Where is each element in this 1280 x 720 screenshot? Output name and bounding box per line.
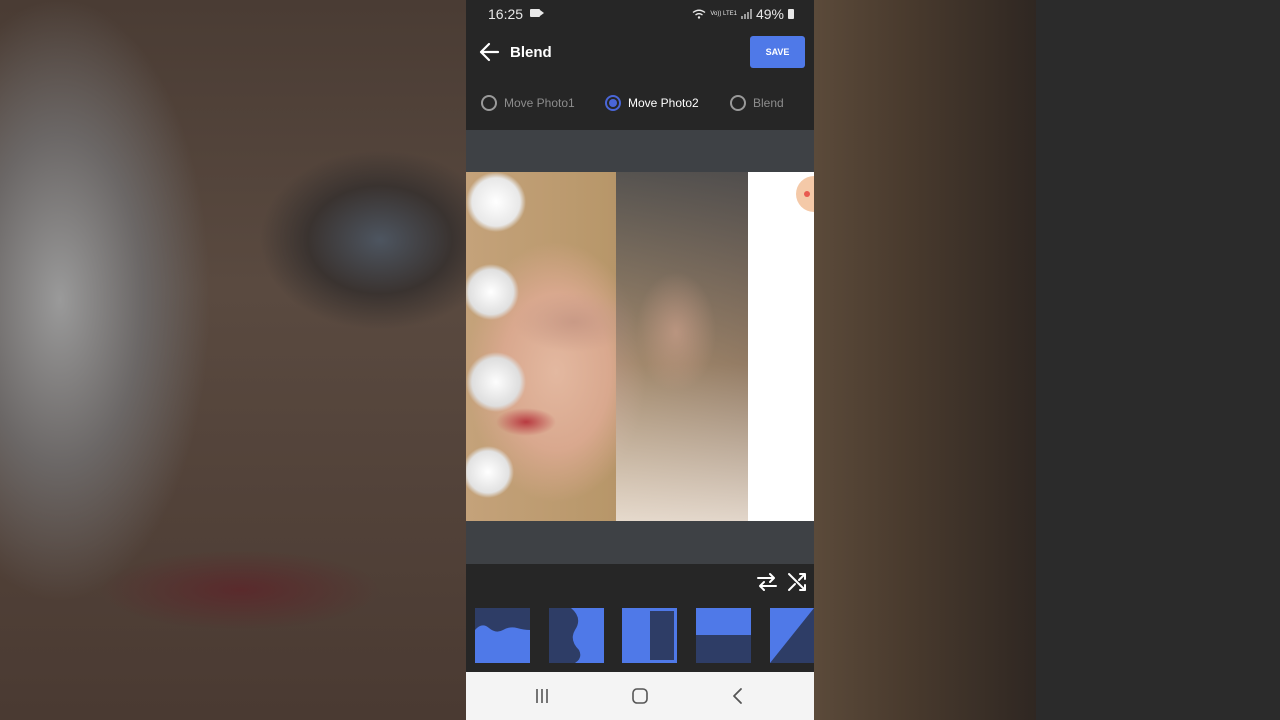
status-bar: 16:25 Vo)) LTE1 49%: [466, 0, 814, 28]
battery-percent: 49%: [755, 6, 784, 22]
back-icon[interactable]: [728, 686, 748, 706]
radio-circle: [481, 95, 497, 111]
mask-vertical-bar[interactable]: [622, 608, 677, 663]
battery-icon: [788, 9, 794, 19]
radio-label: Move Photo1: [504, 96, 575, 110]
blend-mask-list: [466, 600, 814, 672]
recent-apps-icon[interactable]: [532, 686, 552, 706]
swap-arrows-icon[interactable]: [755, 570, 779, 594]
phone-screen: 16:25 Vo)) LTE1 49% Blend SAVE Move Phot…: [466, 0, 814, 720]
background-far-right: [1036, 0, 1280, 720]
save-button[interactable]: SAVE: [750, 36, 805, 68]
radio-label: Move Photo2: [628, 96, 699, 110]
page-title: Blend: [510, 44, 552, 61]
background-blurred-right: [814, 0, 1036, 720]
radio-move-photo1[interactable]: Move Photo1: [481, 95, 575, 111]
radio-blend[interactable]: Blend: [730, 95, 784, 111]
cotton-flower-overlay: [466, 172, 536, 521]
shuffle-icon[interactable]: [785, 570, 809, 594]
signal-icon: [740, 9, 752, 19]
mask-wave[interactable]: [475, 608, 530, 663]
radio-circle: [605, 95, 621, 111]
tool-row: [466, 564, 814, 600]
status-indicators: Vo)) LTE1 49%: [692, 6, 794, 22]
video-camera-icon: [530, 9, 544, 17]
photo-2[interactable]: [616, 172, 748, 521]
wifi-icon: [692, 9, 706, 19]
mask-curve-split[interactable]: [549, 608, 604, 663]
network-type-label: Vo)) LTE1: [710, 11, 737, 17]
status-time: 16:25: [488, 6, 524, 22]
blend-preview[interactable]: [466, 172, 814, 521]
app-bar: Blend SAVE: [466, 28, 814, 78]
home-icon[interactable]: [630, 686, 650, 706]
radio-label: Blend: [753, 96, 784, 110]
editor-canvas: [466, 130, 814, 564]
system-nav-bar: [466, 672, 814, 720]
back-arrow-icon[interactable]: [478, 41, 500, 63]
radio-move-photo2[interactable]: Move Photo2: [605, 95, 699, 111]
mask-diagonal[interactable]: [770, 608, 814, 663]
mask-horizontal-split[interactable]: [696, 608, 751, 663]
mode-selector: Move Photo1 Move Photo2 Blend: [466, 84, 814, 124]
radio-circle: [730, 95, 746, 111]
blank-region: [748, 172, 814, 521]
background-blurred-left: [0, 0, 466, 720]
